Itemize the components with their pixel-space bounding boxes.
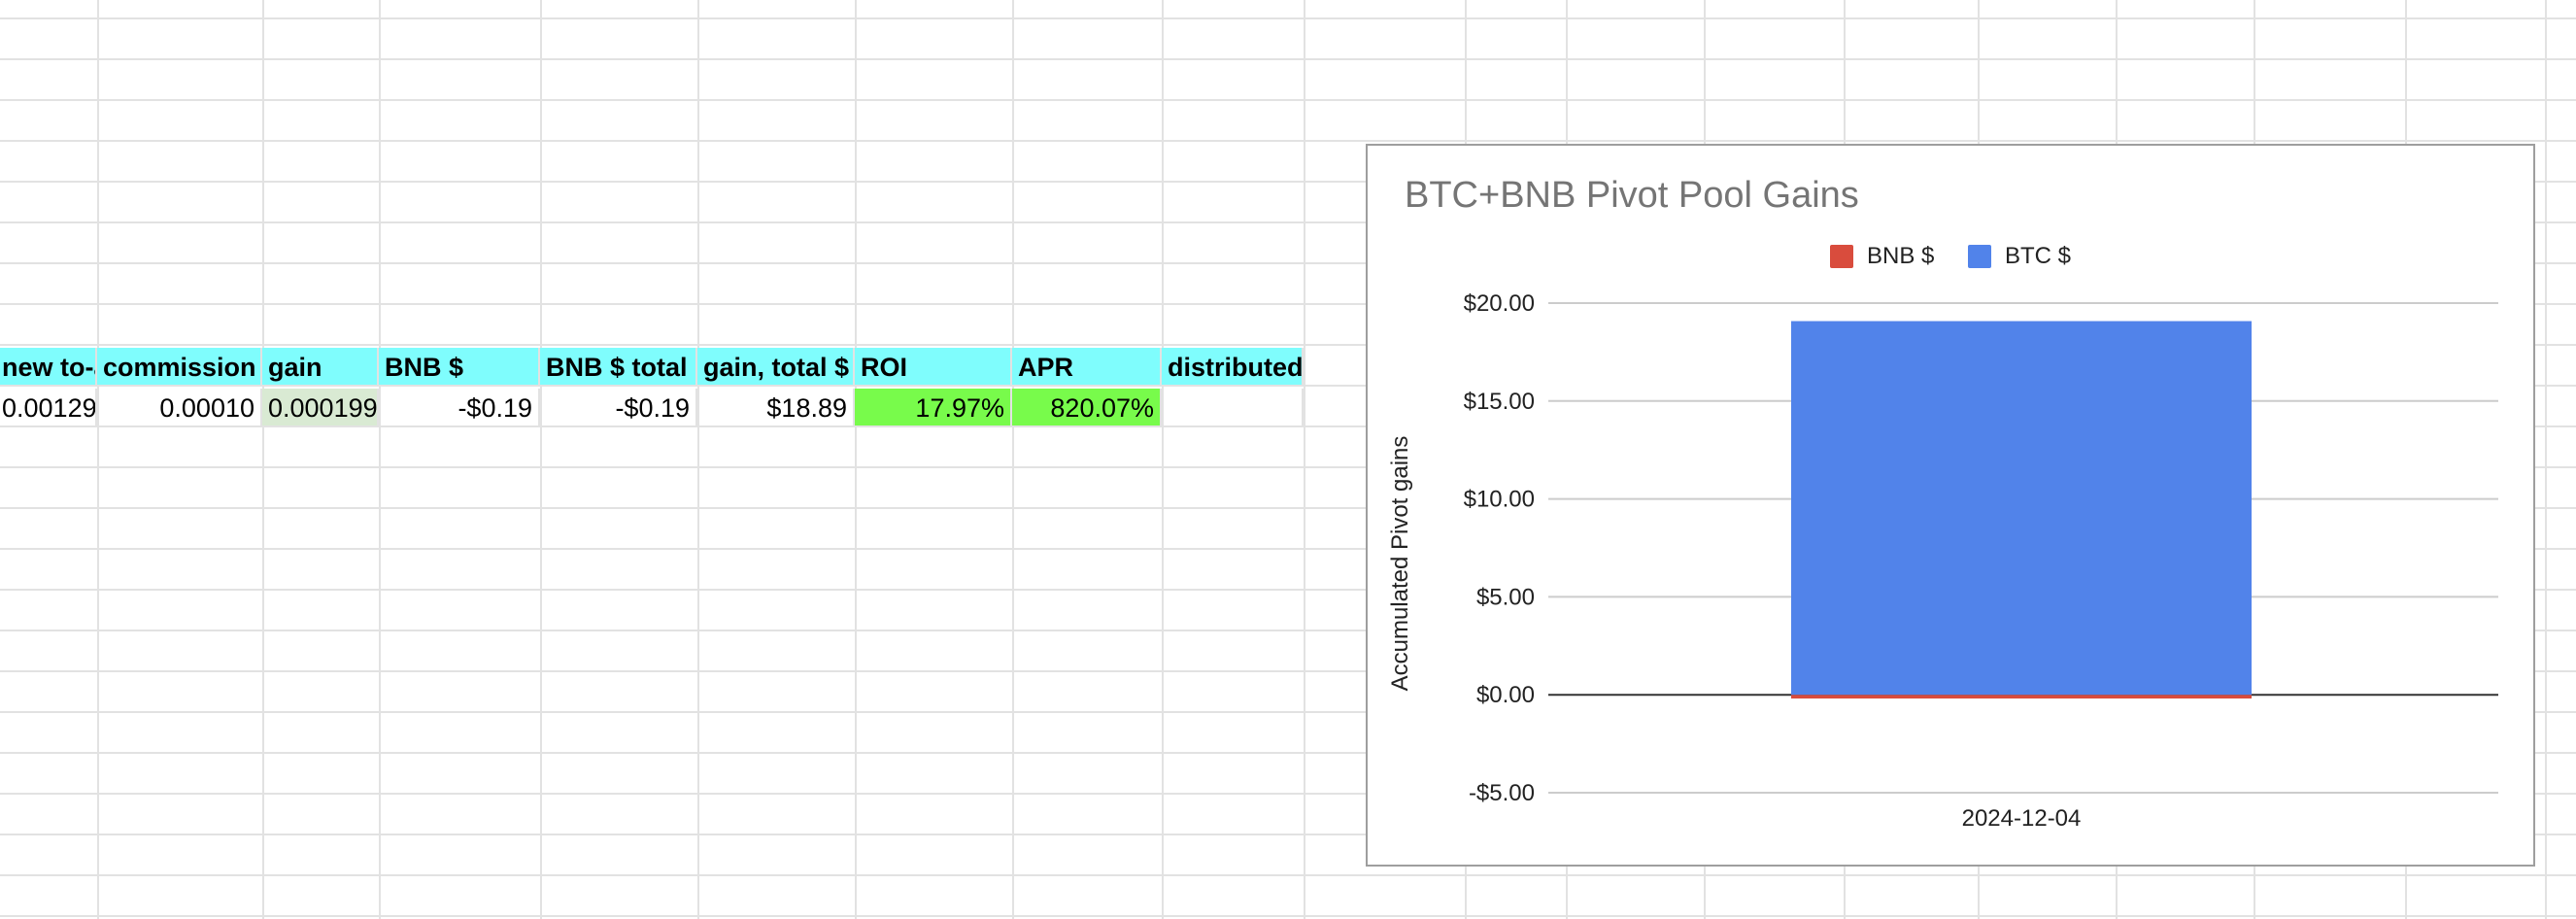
- bar-btc: [1791, 321, 2252, 696]
- y-tick-label: $20.00: [1464, 290, 1535, 317]
- cell-gain-total-usd[interactable]: $18.89: [697, 389, 855, 427]
- cell-roi[interactable]: 17.97%: [855, 389, 1012, 427]
- grid-col-line: [97, 0, 99, 919]
- plot-area: -$5.00 $0.00 $5.00 $10.00 $15.00 $20.00 2024-1…: [1464, 290, 2498, 832]
- cell-gain[interactable]: 0.000199: [262, 389, 379, 427]
- header-cell-commission[interactable]: commission: [97, 348, 262, 387]
- grid-row-line: [0, 58, 2576, 60]
- header-cell-bnb-usd-total[interactable]: BNB $ total: [540, 348, 697, 387]
- cell-bnb-usd[interactable]: -$0.19: [379, 389, 540, 427]
- header-cell-new-to-a[interactable]: new to-a: [0, 348, 97, 387]
- y-tick-label: $15.00: [1464, 389, 1535, 415]
- header-cell-bnb-usd[interactable]: BNB $: [379, 348, 540, 387]
- cell-commission[interactable]: 0.00010: [97, 389, 262, 427]
- chart-panel[interactable]: BTC+BNB Pivot Pool Gains BNB $ BTC $ Acc…: [1366, 144, 2535, 867]
- grid-col-line: [1304, 0, 1305, 919]
- grid-col-line: [2545, 0, 2547, 919]
- header-cell-distributed[interactable]: distributed: [1162, 348, 1304, 387]
- grid-col-line: [379, 0, 381, 919]
- x-tick-label: 2024-12-04: [1962, 805, 2082, 832]
- grid-row-line: [0, 915, 2576, 917]
- bar-bnb: [1791, 695, 2252, 699]
- grid-col-line: [262, 0, 264, 919]
- grid-col-line: [697, 0, 699, 919]
- grid-col-line: [540, 0, 542, 919]
- cell-distributed[interactable]: [1162, 389, 1304, 427]
- grid-col-line: [1162, 0, 1164, 919]
- header-cell-roi[interactable]: ROI: [855, 348, 1012, 387]
- y-tick-label: $5.00: [1476, 584, 1535, 610]
- grid-row-line: [0, 874, 2576, 876]
- grid-col-line: [855, 0, 857, 919]
- header-cell-gain[interactable]: gain: [262, 348, 379, 387]
- cell-bnb-usd-total[interactable]: -$0.19: [540, 389, 697, 427]
- grid-col-line: [1012, 0, 1014, 919]
- cell-apr[interactable]: 820.07%: [1012, 389, 1162, 427]
- cell-new-to-a[interactable]: 0.001299: [0, 389, 97, 427]
- grid-row-line: [0, 17, 2576, 19]
- header-cell-apr[interactable]: APR: [1012, 348, 1162, 387]
- grid-row-line: [0, 140, 2576, 142]
- header-cell-gain-total-usd[interactable]: gain, total $: [697, 348, 855, 387]
- y-tick-label: -$5.00: [1469, 780, 1535, 806]
- y-tick-label: $10.00: [1464, 487, 1535, 513]
- y-tick-label: $0.00: [1476, 682, 1535, 708]
- grid-row-line: [0, 99, 2576, 101]
